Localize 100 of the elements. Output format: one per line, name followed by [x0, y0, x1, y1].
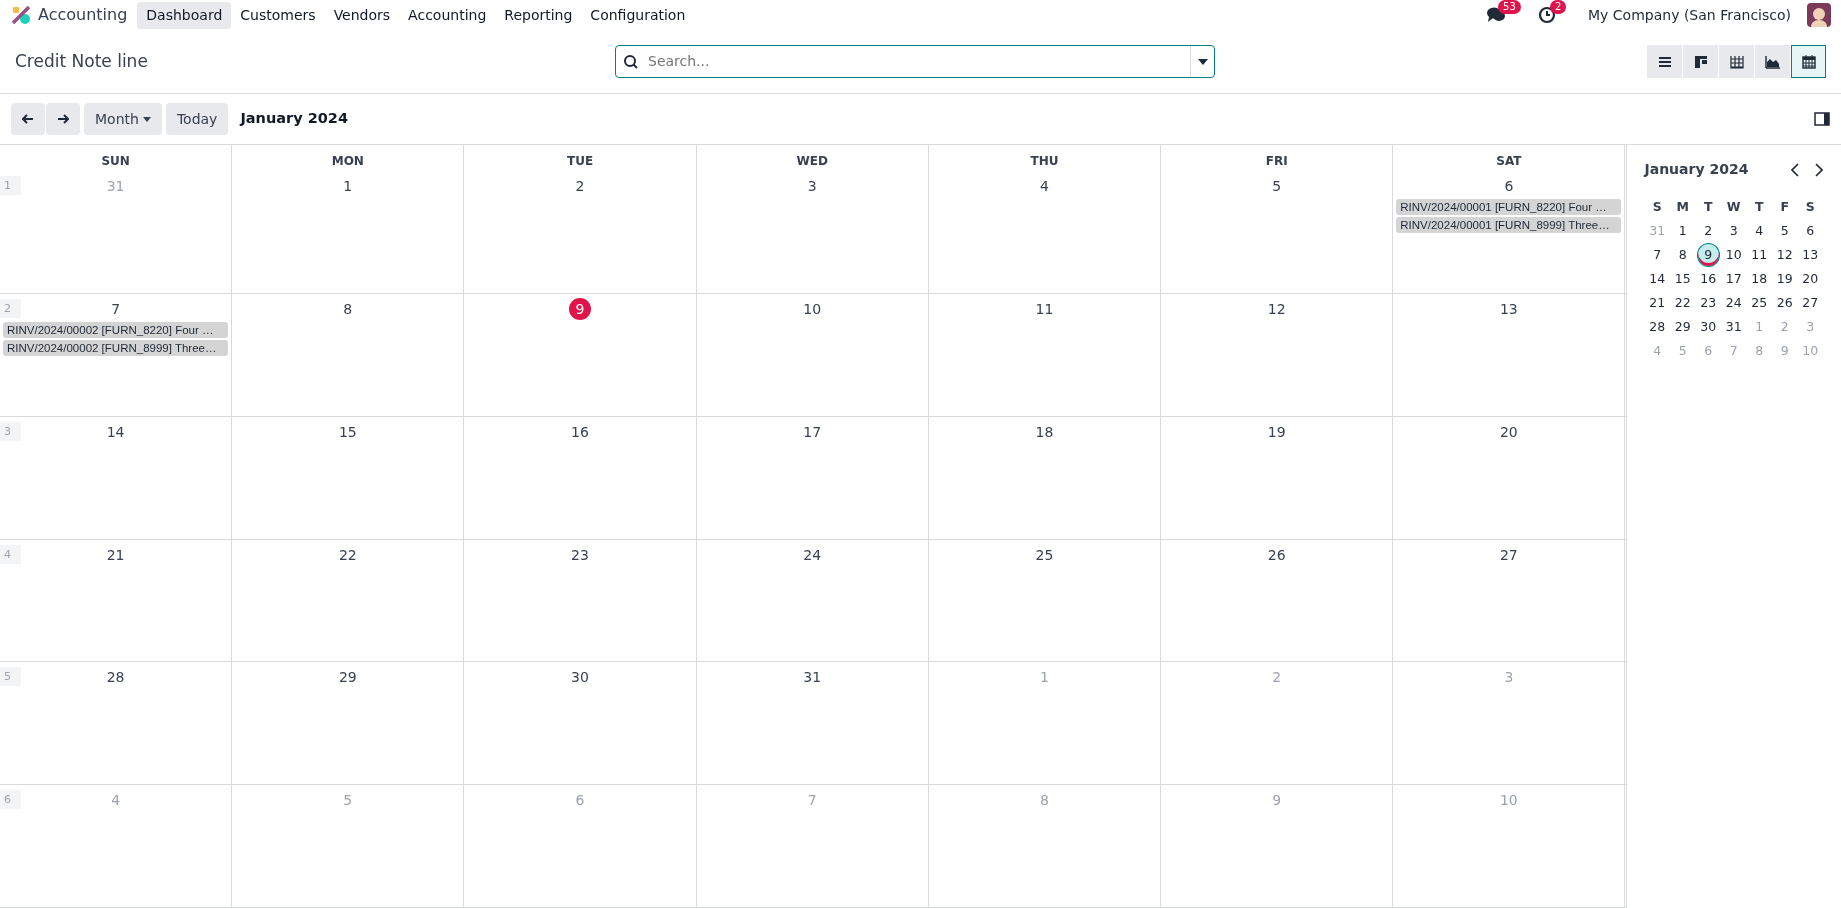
previous-button[interactable]: [11, 103, 45, 135]
day-number: 16: [570, 422, 590, 442]
sidebar-toggle-icon: [1814, 112, 1830, 126]
mini-calendar-day[interactable]: 3: [1722, 219, 1746, 243]
day-number: 30: [570, 668, 590, 688]
weekday-header: TUE: [464, 145, 697, 171]
chevron-right-icon: [1814, 162, 1823, 177]
day-number: 24: [802, 545, 823, 565]
mini-calendar-day[interactable]: 11: [1747, 243, 1771, 267]
day-number: 23: [570, 545, 590, 565]
user-avatar-icon: [1807, 3, 1831, 27]
graph-view-icon: [1764, 53, 1781, 70]
weekday-label: S: [1804, 198, 1816, 216]
weekday-label: M: [1675, 198, 1690, 216]
mini-calendar-day[interactable]: 18: [1747, 267, 1771, 291]
mini-calendar-day[interactable]: 13: [1798, 243, 1822, 267]
mini-calendar-day[interactable]: 7: [1645, 243, 1669, 267]
day-number: 1: [1039, 668, 1050, 688]
previous-month-button[interactable]: [1790, 162, 1799, 177]
mini-calendar-day[interactable]: 28: [1645, 315, 1669, 339]
mini-calendar-day[interactable]: 21: [1645, 291, 1669, 315]
mini-calendar-day[interactable]: 12: [1773, 243, 1797, 267]
calendar-event[interactable]: RINV/2024/00001 [FURN_8999] Three…: [1396, 216, 1622, 233]
weekday-label: T: [1703, 198, 1714, 216]
mini-calendar-day[interactable]: 6: [1798, 219, 1822, 243]
mini-calendar-day[interactable]: 22: [1671, 291, 1695, 315]
day-number: 8: [1039, 791, 1050, 811]
pivot-view-icon: [1728, 53, 1745, 70]
caret-down-icon: [142, 116, 151, 122]
mini-calendar-day[interactable]: 31: [1722, 315, 1746, 339]
caret-down-icon: [1197, 58, 1208, 65]
mini-calendar-day[interactable]: 19: [1773, 267, 1797, 291]
menu-item[interactable]: Customers: [231, 1, 325, 29]
weekday-label: S: [1651, 198, 1663, 216]
weekday-header: THU: [928, 145, 1162, 171]
mini-calendar-day[interactable]: 25: [1747, 291, 1771, 315]
day-number: 1: [342, 176, 354, 196]
mini-calendar-day[interactable]: 8: [1671, 243, 1695, 267]
app-logo-icon: [10, 5, 32, 25]
mini-calendar-day[interactable]: 23: [1696, 291, 1720, 315]
day-number: 19: [1266, 422, 1287, 442]
arrow-right-icon: [57, 114, 69, 124]
day-number: 7: [110, 299, 122, 319]
mini-calendar-day[interactable]: 5: [1773, 219, 1797, 243]
day-number: 3: [806, 176, 818, 196]
mini-calendar-day[interactable]: 15: [1671, 267, 1695, 291]
day-number: 3: [1503, 668, 1515, 688]
company-name[interactable]: My Company (San Francisco): [1588, 4, 1791, 26]
mini-calendar-day[interactable]: 1: [1671, 219, 1695, 243]
day-number: 13: [1498, 299, 1519, 319]
search-bar[interactable]: Search...: [615, 45, 1215, 78]
day-number: 11: [1034, 299, 1055, 319]
weekday-label: W: [1725, 198, 1742, 216]
mini-calendar-day[interactable]: 27: [1798, 291, 1822, 315]
weekday-header: SAT: [1393, 145, 1626, 171]
mini-calendar-day[interactable]: 24: [1722, 291, 1746, 315]
calendar-event[interactable]: RINV/2024/00002 [FURN_8999] Three…: [3, 339, 229, 356]
mini-calendar-day[interactable]: 16: [1696, 267, 1720, 291]
day-number: 17: [802, 422, 823, 442]
scale-label: Month: [95, 109, 139, 129]
mini-calendar-day[interactable]: 30: [1696, 315, 1720, 339]
day-number: 7: [806, 791, 818, 811]
mini-calendar-title: January 2024: [1644, 160, 1750, 179]
day-number: 9: [569, 297, 592, 320]
calendar-view-icon: [1800, 53, 1817, 70]
menu-item[interactable]: Accounting: [399, 1, 496, 29]
weekday-header: MON: [232, 145, 465, 171]
menu-item[interactable]: Dashboard: [137, 1, 232, 29]
menu-item[interactable]: Reporting: [495, 1, 582, 29]
next-month-button[interactable]: [1814, 162, 1823, 177]
menu-item[interactable]: Vendors: [324, 1, 400, 29]
weekday-label: T: [1754, 198, 1765, 216]
week-number: 1: [0, 175, 21, 195]
mini-calendar-day[interactable]: 9: [1696, 243, 1720, 267]
mini-calendar-day[interactable]: 20: [1798, 267, 1822, 291]
app-name[interactable]: Accounting: [38, 3, 128, 27]
week-number: 4: [0, 544, 21, 564]
today-button[interactable]: Today: [165, 103, 229, 135]
activity-count: 2: [1550, 0, 1567, 14]
mini-calendar-day[interactable]: 29: [1671, 315, 1695, 339]
calendar-event[interactable]: RINV/2024/00002 [FURN_8220] Four …: [3, 321, 229, 338]
mini-calendar-day[interactable]: 14: [1645, 267, 1669, 291]
day-number: 8: [342, 299, 354, 319]
mini-calendar-day[interactable]: 2: [1696, 219, 1720, 243]
mini-calendar-day[interactable]: 17: [1722, 267, 1746, 291]
menu-item[interactable]: Configuration: [581, 1, 695, 29]
next-button[interactable]: [46, 103, 80, 135]
scale-dropdown[interactable]: Month: [84, 103, 162, 135]
day-number: 14: [105, 422, 126, 442]
view-button[interactable]: [1791, 45, 1826, 78]
calendar-event[interactable]: RINV/2024/00001 [FURN_8220] Four …: [1396, 198, 1622, 215]
mini-calendar-day[interactable]: 26: [1773, 291, 1797, 315]
day-number: 29: [337, 668, 358, 688]
weekday-header: WED: [696, 145, 929, 171]
arrow-left-icon: [22, 114, 34, 124]
mini-calendar-day[interactable]: 10: [1722, 243, 1746, 267]
mini-calendar-day[interactable]: 4: [1747, 219, 1771, 243]
day-number: 4: [1039, 176, 1050, 196]
period-label: January 2024: [240, 109, 348, 129]
search-field[interactable]: Search...: [646, 50, 1190, 73]
